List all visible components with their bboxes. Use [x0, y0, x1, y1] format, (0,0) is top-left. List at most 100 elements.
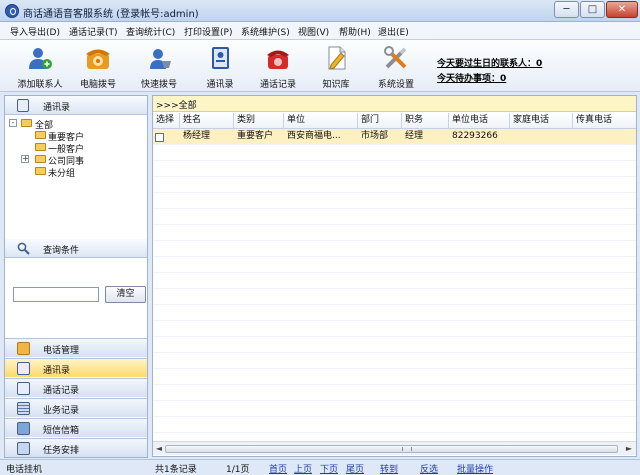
call-log-button[interactable]: 通话记录	[254, 42, 302, 90]
app-logo-icon	[5, 4, 19, 18]
record-count: 共1条记录	[155, 465, 197, 475]
nav-address-book[interactable]: 通讯录	[5, 358, 147, 377]
computer-dial-button[interactable]: 电脑拨号	[74, 42, 122, 90]
nav-label: 电话管理	[43, 346, 80, 356]
birthday-notice-link[interactable]: 今天要过生日的联系人：0	[437, 56, 542, 69]
scroll-right-icon[interactable]: ►	[625, 444, 633, 453]
column-name[interactable]: 姓名	[180, 113, 234, 129]
menu-query-stats[interactable]: 查询统计(C)	[126, 25, 175, 38]
call-log-icon	[267, 50, 289, 69]
status-bar: 电话挂机 共1条记录 1/1页 首页 上页 下页 尾页 转到 反选 批量操作	[0, 459, 640, 475]
menu-print-settings[interactable]: 打印设置(P)	[184, 25, 232, 38]
tree-collapse-toggle[interactable]: -	[9, 119, 17, 127]
horizontal-scrollbar[interactable]: ◄ ►	[153, 441, 636, 455]
cell-company: 西安商福电...	[287, 131, 341, 141]
column-category[interactable]: 类别	[234, 113, 284, 129]
phone-status: 电话挂机	[6, 465, 43, 475]
knowledge-base-icon	[328, 46, 346, 70]
folder-icon	[35, 155, 46, 163]
table-row[interactable]: 杨经理 重要客户 西安商福电... 市场部 经理 82293266	[153, 129, 636, 144]
knowledge-base-button[interactable]: 知识库	[314, 42, 358, 90]
goto-page-link[interactable]: 转到	[380, 462, 398, 475]
menu-view[interactable]: 视图(V)	[298, 25, 329, 38]
group-tree: - 全部 重要客户 一般客户 + 公司同事 未分组	[5, 115, 147, 249]
menu-import-export[interactable]: 导入导出(D)	[10, 25, 60, 38]
prev-page-link[interactable]: 上页	[294, 462, 312, 475]
query-input[interactable]	[13, 287, 99, 302]
system-settings-label: 系统设置	[377, 80, 414, 90]
scroll-thumb[interactable]	[165, 445, 618, 453]
folder-open-icon	[21, 119, 32, 127]
nav-task-schedule[interactable]: 任务安排	[5, 438, 147, 457]
batch-operation-link[interactable]: 批量操作	[457, 462, 493, 475]
address-book-button[interactable]: 通讯录	[196, 42, 244, 90]
toolbar: 添加联系人 电脑拨号 快速拨号 通讯录 通话记录 知识库 系统设置 今天要过生日…	[0, 40, 640, 92]
scroll-left-icon[interactable]: ◄	[155, 444, 163, 453]
cell-name: 杨经理	[183, 131, 211, 141]
grid-header: 选择 姓名 类别 单位 部门 职务 单位电话 家庭电话 传真电话	[153, 113, 636, 129]
add-contact-icon	[29, 48, 52, 69]
settings-tools-icon	[384, 46, 407, 69]
tree-node-ungrouped[interactable]: 未分组	[48, 166, 75, 179]
address-book-label: 通讯录	[206, 80, 234, 90]
grid-body: 杨经理 重要客户 西安商福电... 市场部 经理 82293266	[153, 129, 636, 440]
address-book-icon	[17, 99, 29, 112]
column-company[interactable]: 单位	[284, 113, 358, 129]
title-bar: 商话通语音客服系统 (登录帐号:admin) ─ □ ✕	[0, 0, 640, 22]
folder-icon	[35, 131, 46, 139]
close-button[interactable]: ✕	[606, 1, 638, 18]
column-select[interactable]: 选择	[153, 113, 180, 129]
menu-call-records[interactable]: 通话记录(T)	[69, 25, 118, 38]
add-contact-button[interactable]: 添加联系人	[12, 42, 68, 90]
menu-exit[interactable]: 退出(E)	[378, 25, 409, 38]
next-page-link[interactable]: 下页	[320, 462, 338, 475]
menu-system-maintenance[interactable]: 系统维护(S)	[241, 25, 290, 38]
nav-business-records[interactable]: 业务记录	[5, 398, 147, 417]
contact-grid-panel: >>>全部 选择 姓名 类别 单位 部门 职务 单位电话 家庭电话 传真电话 杨…	[152, 95, 637, 457]
address-book-icon	[212, 47, 229, 69]
clear-button[interactable]: 清空	[105, 286, 146, 303]
task-schedule-icon	[17, 442, 30, 455]
row-select-checkbox[interactable]	[155, 133, 164, 142]
column-title[interactable]: 职务	[402, 113, 449, 129]
path-bar: >>>全部	[153, 96, 636, 112]
system-settings-button[interactable]: 系统设置	[370, 42, 422, 90]
call-log-label: 通话记录	[259, 80, 296, 90]
maximize-button[interactable]: □	[580, 1, 605, 18]
phone-manage-icon	[17, 342, 30, 355]
knowledge-base-label: 知识库	[322, 80, 350, 90]
last-page-link[interactable]: 尾页	[346, 462, 364, 475]
nav-label: 短信信箱	[43, 426, 80, 436]
todo-notice-link[interactable]: 今天待办事项：0	[437, 71, 506, 84]
nav-label: 业务记录	[43, 406, 80, 416]
window-title: 商话通语音客服系统 (登录帐号:admin)	[23, 9, 199, 20]
address-book-icon	[17, 362, 30, 375]
nav-label: 通讯录	[43, 366, 71, 376]
nav-call-records[interactable]: 通话记录	[5, 378, 147, 397]
minimize-button[interactable]: ─	[554, 1, 579, 18]
query-title: 查询条件	[43, 246, 80, 256]
scroll-grip	[402, 447, 412, 451]
sidebar-header: 通讯录	[5, 96, 147, 115]
quick-dial-button[interactable]: 快速拨号	[134, 42, 184, 90]
current-path: >>>全部	[156, 101, 197, 111]
page-indicator: 1/1页	[226, 465, 250, 475]
tree-expand-toggle[interactable]: +	[21, 155, 29, 163]
add-contact-label: 添加联系人	[17, 80, 63, 90]
first-page-link[interactable]: 首页	[269, 462, 287, 475]
nav-phone-management[interactable]: 电话管理	[5, 338, 147, 357]
cell-title: 经理	[405, 131, 424, 141]
menu-help[interactable]: 帮助(H)	[339, 25, 371, 38]
column-office-phone[interactable]: 单位电话	[449, 113, 510, 129]
column-fax[interactable]: 传真电话	[573, 113, 636, 129]
column-home-phone[interactable]: 家庭电话	[510, 113, 573, 129]
call-log-icon	[17, 382, 30, 395]
cell-home-phone	[510, 129, 573, 144]
nav-sms-inbox[interactable]: 短信信箱	[5, 418, 147, 437]
cell-office-phone: 82293266	[452, 131, 498, 141]
column-department[interactable]: 部门	[358, 113, 402, 129]
sidebar-header-title: 通讯录	[43, 103, 71, 113]
left-panel: 通讯录 - 全部 重要客户 一般客户 + 公司同事 未分组 查询条件 清空 电话…	[4, 95, 148, 458]
invert-select-link[interactable]: 反选	[420, 462, 438, 475]
nav-label: 任务安排	[43, 446, 80, 456]
